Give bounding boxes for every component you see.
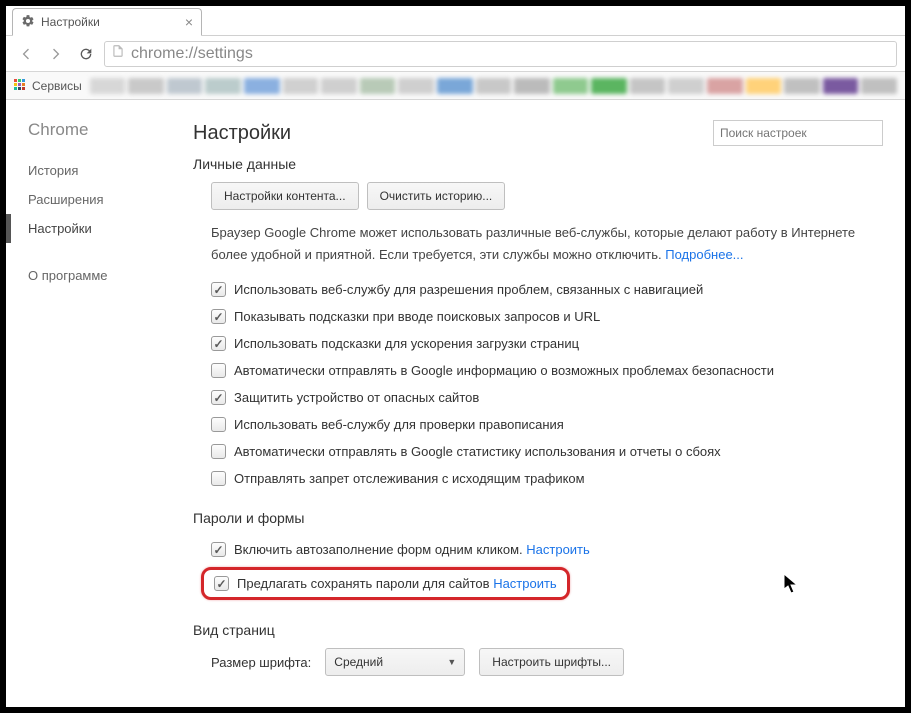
privacy-check-label: Отправлять запрет отслеживания с исходящ…	[234, 471, 585, 486]
address-bar[interactable]: chrome://settings	[104, 41, 897, 67]
url-text: chrome://settings	[131, 45, 253, 63]
autofill-row: Включить автозаполнение форм одним клико…	[211, 536, 883, 563]
privacy-check-row: Автоматически отправлять в Google статис…	[211, 438, 883, 465]
privacy-check-row: Использовать веб-службу для проверки пра…	[211, 411, 883, 438]
brand-label: Chrome	[6, 120, 171, 156]
back-button[interactable]	[14, 42, 38, 66]
section-privacy-title: Личные данные	[193, 156, 883, 172]
tab-settings[interactable]: Настройки ×	[12, 8, 202, 36]
privacy-check-label: Использовать веб-службу для разрешения п…	[234, 282, 703, 297]
page-icon	[111, 44, 125, 63]
section-passwords-title: Пароли и формы	[193, 510, 883, 526]
autofill-checkbox[interactable]	[211, 542, 226, 557]
autofill-configure-link[interactable]: Настроить	[526, 542, 590, 557]
privacy-check-row: Показывать подсказки при вводе поисковых…	[211, 303, 883, 330]
privacy-check-label: Показывать подсказки при вводе поисковых…	[234, 309, 600, 324]
privacy-checkbox-7[interactable]	[211, 471, 226, 486]
save-passwords-configure-link[interactable]: Настроить	[493, 576, 557, 591]
bookmarks-bar: Сервисы	[6, 72, 905, 100]
sidebar-item-settings[interactable]: Настройки	[6, 214, 171, 243]
privacy-check-row: Использовать подсказки для ускорения заг…	[211, 330, 883, 357]
privacy-checkbox-2[interactable]	[211, 336, 226, 351]
privacy-checkbox-0[interactable]	[211, 282, 226, 297]
privacy-check-row: Отправлять запрет отслеживания с исходящ…	[211, 465, 883, 492]
main-header: Настройки	[193, 120, 883, 146]
tab-strip: Настройки ×	[6, 6, 905, 36]
font-size-row: Размер шрифта: Средний ▼ Настроить шрифт…	[211, 648, 883, 676]
autofill-label: Включить автозаполнение форм одним клико…	[234, 542, 526, 557]
privacy-checkbox-6[interactable]	[211, 444, 226, 459]
save-passwords-label: Предлагать сохранять пароли для сайтов	[237, 576, 493, 591]
apps-label: Сервисы	[32, 79, 82, 93]
privacy-check-row: Использовать веб-службу для разрешения п…	[211, 276, 883, 303]
privacy-check-label: Использовать подсказки для ускорения заг…	[234, 336, 579, 351]
privacy-checkbox-3[interactable]	[211, 363, 226, 378]
content-settings-button[interactable]: Настройки контента...	[211, 182, 359, 210]
sidebar-item-about[interactable]: О программе	[6, 261, 171, 290]
bookmarks-blurred	[90, 78, 897, 94]
clear-history-button[interactable]: Очистить историю...	[367, 182, 506, 210]
sidebar-item-extensions[interactable]: Расширения	[6, 185, 171, 214]
chevron-down-icon: ▼	[447, 657, 456, 667]
tab-title: Настройки	[41, 15, 100, 29]
sidebar: Chrome История Расширения Настройки О пр…	[6, 100, 171, 707]
privacy-checkbox-4[interactable]	[211, 390, 226, 405]
privacy-check-row: Автоматически отправлять в Google информ…	[211, 357, 883, 384]
browser-window: Настройки × chrome://settings Сервисы	[6, 6, 905, 707]
gear-icon	[21, 14, 35, 31]
privacy-checkbox-5[interactable]	[211, 417, 226, 432]
save-passwords-row: Предлагать сохранять пароли для сайтов Н…	[214, 574, 557, 593]
save-passwords-checkbox[interactable]	[214, 576, 229, 591]
reload-button[interactable]	[74, 42, 98, 66]
content-area: Chrome История Расширения Настройки О пр…	[6, 100, 905, 707]
navigation-bar: chrome://settings	[6, 36, 905, 72]
font-size-select[interactable]: Средний ▼	[325, 648, 465, 676]
apps-icon	[14, 79, 28, 93]
save-passwords-highlight: Предлагать сохранять пароли для сайтов Н…	[201, 567, 570, 600]
privacy-check-label: Автоматически отправлять в Google информ…	[234, 363, 774, 378]
forward-button[interactable]	[44, 42, 68, 66]
privacy-checkbox-1[interactable]	[211, 309, 226, 324]
privacy-check-row: Защитить устройство от опасных сайтов	[211, 384, 883, 411]
learn-more-link[interactable]: Подробнее...	[665, 247, 743, 262]
page-title: Настройки	[193, 122, 291, 145]
font-size-value: Средний	[334, 655, 383, 669]
sidebar-item-history[interactable]: История	[6, 156, 171, 185]
settings-main: Настройки Личные данные Настройки контен…	[171, 100, 905, 707]
search-input[interactable]	[713, 120, 883, 146]
font-size-label: Размер шрифта:	[211, 655, 311, 670]
privacy-check-label: Автоматически отправлять в Google статис…	[234, 444, 721, 459]
section-appearance-title: Вид страниц	[193, 622, 883, 638]
privacy-check-label: Использовать веб-службу для проверки пра…	[234, 417, 564, 432]
customize-fonts-button[interactable]: Настроить шрифты...	[479, 648, 624, 676]
apps-shortcut[interactable]: Сервисы	[14, 79, 82, 93]
privacy-button-row: Настройки контента... Очистить историю..…	[211, 182, 883, 210]
close-icon[interactable]: ×	[185, 15, 193, 29]
privacy-description: Браузер Google Chrome может использовать…	[211, 222, 883, 266]
privacy-check-label: Защитить устройство от опасных сайтов	[234, 390, 479, 405]
